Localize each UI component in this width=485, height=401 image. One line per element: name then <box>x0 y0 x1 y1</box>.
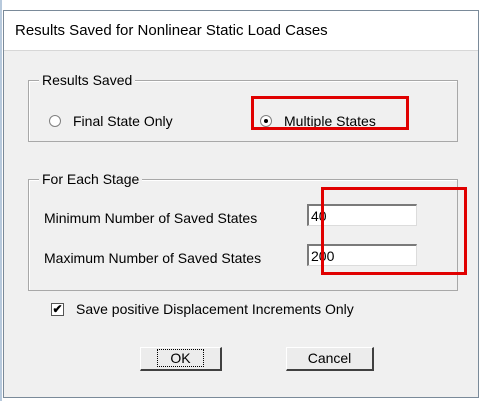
results-saved-legend: Results Saved <box>39 72 136 88</box>
final-state-only-radio[interactable]: Final State Only <box>49 113 173 129</box>
ok-button[interactable]: OK <box>140 347 222 371</box>
cancel-button-label: Cancel <box>307 350 352 366</box>
results-saved-dialog: Results Saved for Nonlinear Static Load … <box>3 10 479 398</box>
title-bar[interactable]: Results Saved for Nonlinear Static Load … <box>4 11 478 51</box>
minimum-saved-states-label: Minimum Number of Saved States <box>44 210 258 226</box>
final-state-only-label: Final State Only <box>73 113 173 129</box>
cancel-button[interactable]: Cancel <box>286 347 374 371</box>
save-positive-checkbox-row[interactable]: ✔ Save positive Displacement Increments … <box>51 301 354 317</box>
checkbox-checked[interactable]: ✔ <box>51 302 64 316</box>
maximum-saved-states-label: Maximum Number of Saved States <box>44 250 262 266</box>
saved-states-inputs-highlight <box>321 187 467 275</box>
window-title: Results Saved for Nonlinear Static Load … <box>15 22 328 39</box>
ok-button-label: OK <box>157 349 204 367</box>
save-positive-label: Save positive Displacement Increments On… <box>76 301 354 317</box>
screenshot-frame: Results Saved for Nonlinear Static Load … <box>0 0 485 401</box>
for-each-stage-legend: For Each Stage <box>39 171 143 187</box>
multiple-states-highlight <box>251 96 409 130</box>
background-edge <box>0 0 2 401</box>
radio-button-unchecked[interactable] <box>49 115 61 127</box>
